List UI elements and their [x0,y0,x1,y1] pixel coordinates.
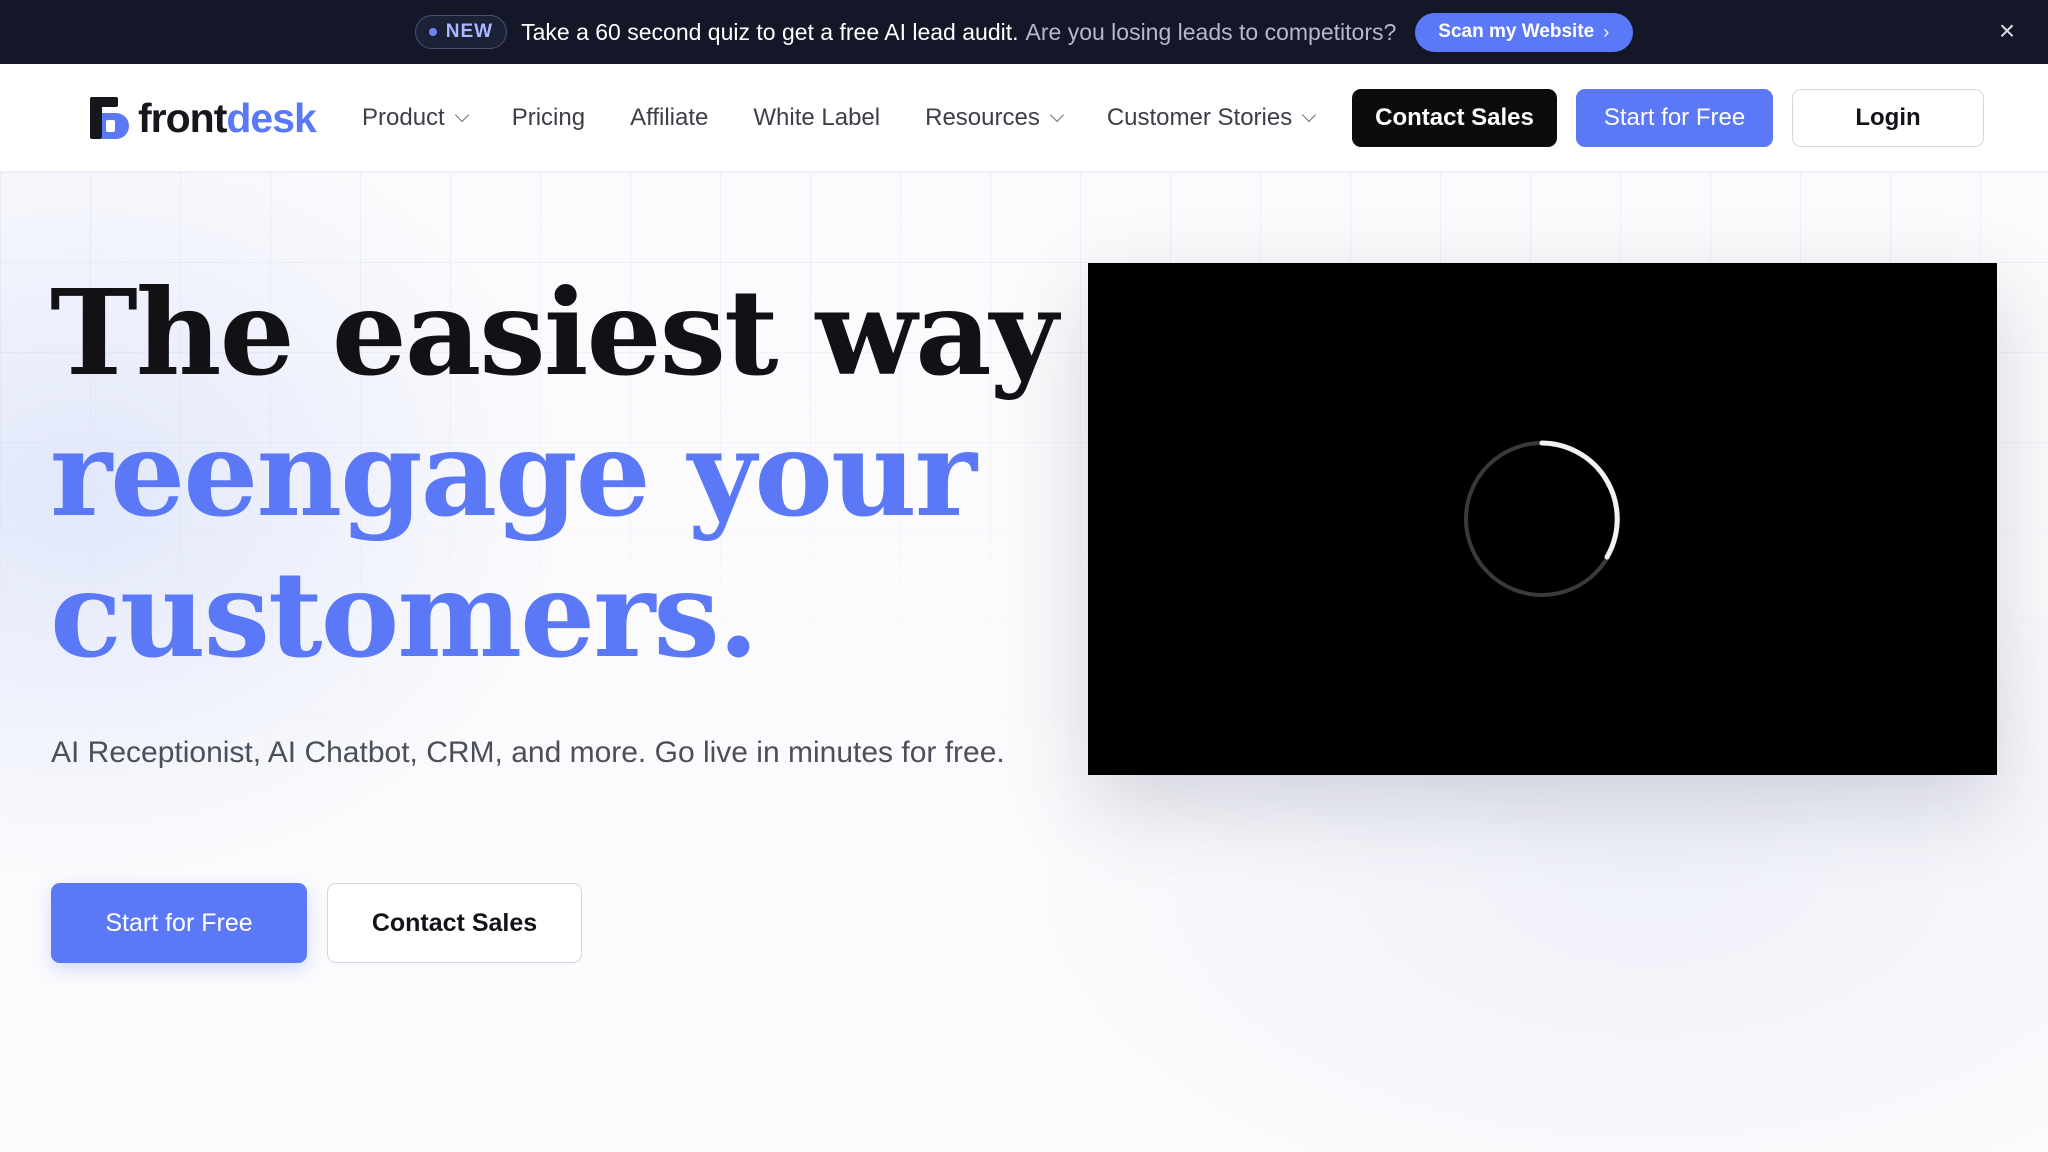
scan-website-button[interactable]: Scan my Website › [1415,12,1634,52]
announcement-text: Take a 60 second quiz to get a free AI l… [521,18,1019,45]
headline-line-3: customers. [50,545,759,684]
headline-line-1: The easiest way to [50,263,1227,402]
logo-wordmark: frontdesk [138,94,317,142]
chevron-down-icon [1049,107,1064,123]
nav-item-product[interactable]: Product [362,104,469,132]
chevron-down-icon [454,107,469,123]
chevron-right-icon: › [1603,21,1610,42]
start-for-free-button[interactable]: Start for Free [1576,89,1773,147]
chevron-down-icon [1302,107,1317,123]
hero-section: The easiest way to reengage your custome… [0,172,2048,1152]
nav-item-label: Product [362,104,445,131]
nav-links: Product Pricing Affiliate White Label Re… [362,64,1359,172]
frontdesk-logo[interactable]: frontdesk [88,94,317,142]
nav-item-white-label[interactable]: White Label [753,104,880,132]
hero-headline: The easiest way to reengage your custome… [50,262,1227,685]
hero-start-for-free-button[interactable]: Start for Free [51,883,307,963]
new-badge-label: NEW [445,21,494,42]
frontdesk-logo-icon [90,97,129,139]
nav-item-customer-stories[interactable]: Customer Stories [1106,104,1317,132]
login-button[interactable]: Login [1792,89,1984,147]
announcement-content: NEW Take a 60 second quiz to get a free … [414,12,1634,52]
nav-item-label: Customer Stories [1106,104,1293,131]
logo-desk-text: desk [226,95,316,141]
nav-item-label: White Label [753,104,881,131]
scan-website-label: Scan my Website [1438,21,1595,42]
logo-front-text: front [138,95,227,141]
main-navigation: frontdesk Product Pricing Affiliate Whit… [0,64,2048,172]
announcement-bar: NEW Take a 60 second quiz to get a free … [0,0,2048,64]
nav-item-pricing[interactable]: Pricing [512,104,585,132]
new-badge: NEW [414,15,508,49]
contact-sales-button[interactable]: Contact Sales [1352,89,1557,147]
headline-line-2: reengage your [50,404,977,543]
nav-item-label: Resources [925,104,1040,131]
loading-spinner-icon [1464,440,1620,597]
nav-item-label: Affiliate [630,104,709,131]
new-dot-icon [428,28,437,36]
nav-item-resources[interactable]: Resources [925,104,1064,132]
hero-contact-sales-button[interactable]: Contact Sales [327,883,582,963]
nav-item-label: Pricing [511,104,586,131]
announcement-subtext: Are you losing leads to competitors? [1025,18,1397,45]
nav-item-affiliate[interactable]: Affiliate [630,104,708,132]
demo-video-player[interactable] [1088,263,1997,775]
hero-subtext: AI Receptionist, AI Chatbot, CRM, and mo… [51,736,1005,769]
close-icon[interactable]: × [1994,17,2020,45]
